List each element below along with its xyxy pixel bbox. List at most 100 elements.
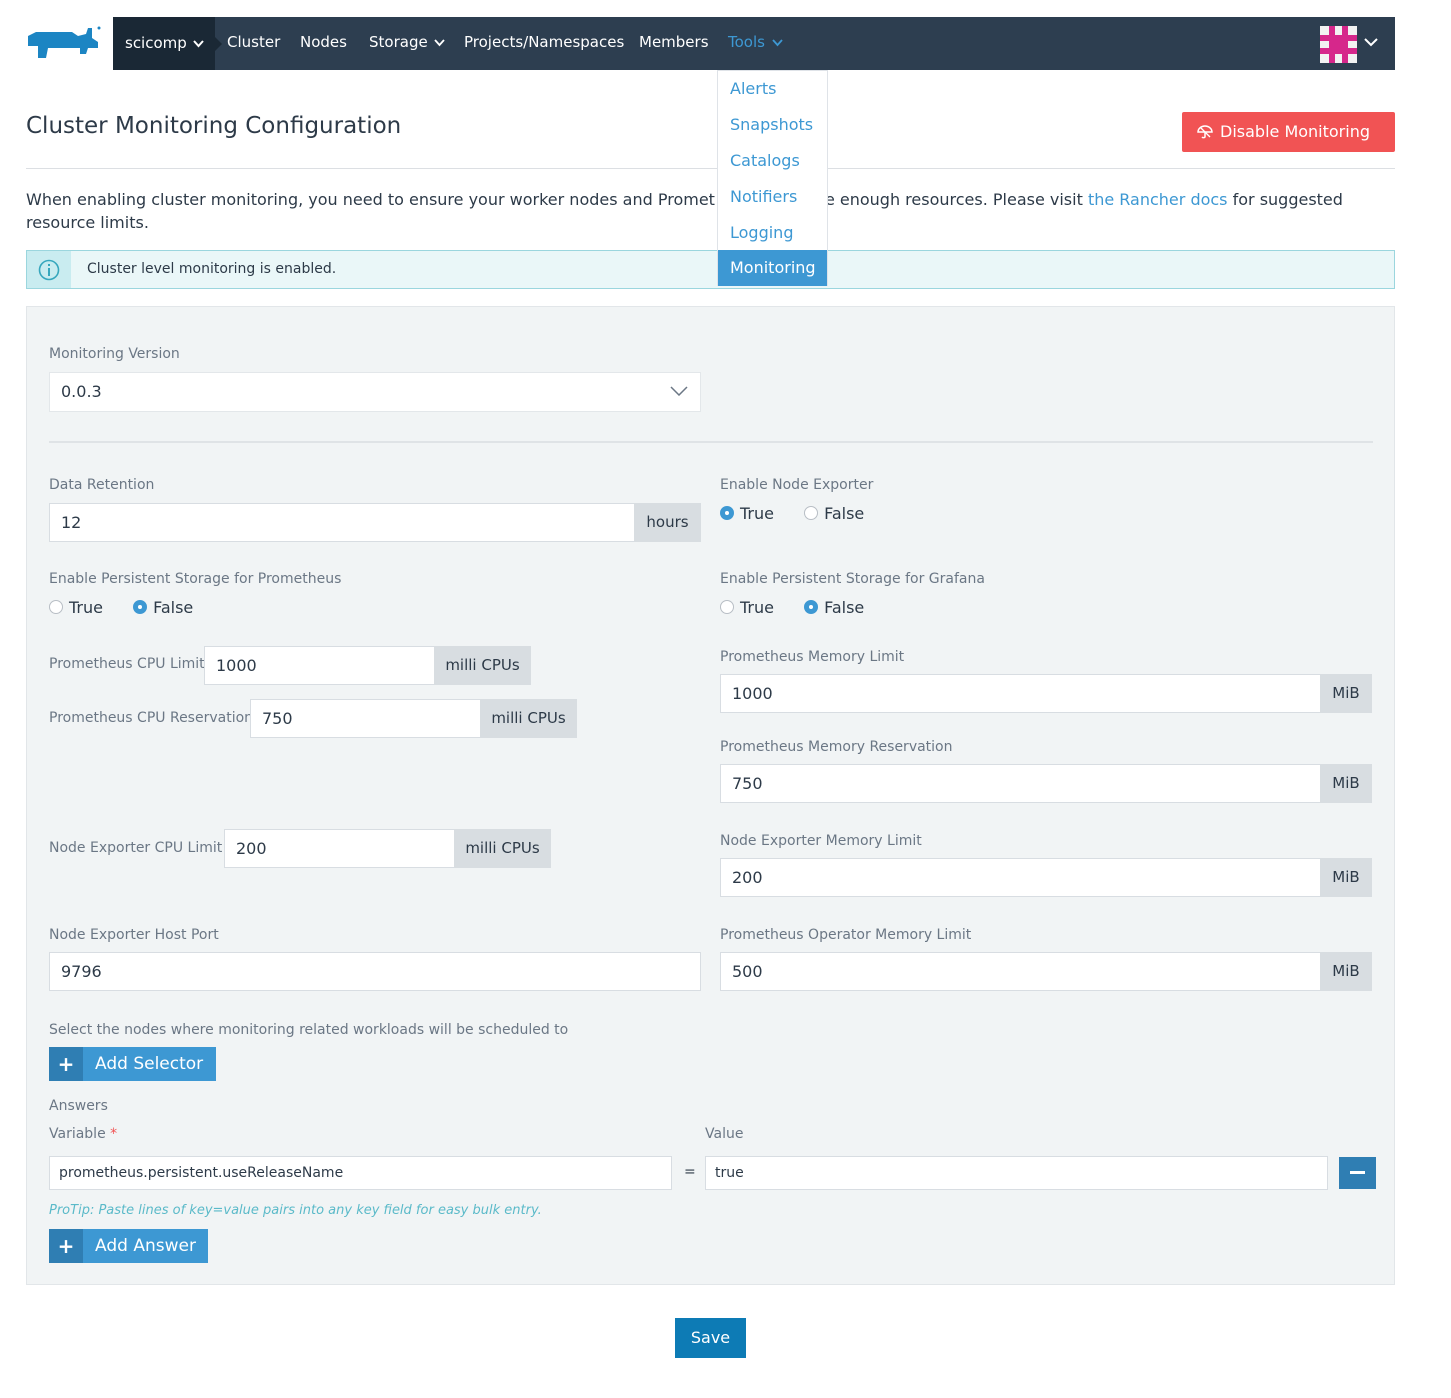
monitoring-version-label: Monitoring Version xyxy=(49,346,180,362)
radio-label: True xyxy=(740,598,774,617)
equals-sign: = xyxy=(684,1164,696,1180)
persistent-grafana-label: Enable Persistent Storage for Grafana xyxy=(720,571,985,587)
nav-storage-label: Storage xyxy=(369,33,428,51)
value-label: Value xyxy=(705,1126,744,1142)
intro-part-3: for suggested xyxy=(1227,190,1343,209)
cluster-name: scicomp xyxy=(125,34,187,52)
ne-host-port-label: Node Exporter Host Port xyxy=(49,927,219,943)
required-mark: * xyxy=(110,1126,118,1142)
menu-item-notifiers[interactable]: Notifiers xyxy=(718,179,827,215)
persistent-prometheus-label: Enable Persistent Storage for Prometheus xyxy=(49,571,342,587)
nav-members[interactable]: Members xyxy=(639,17,709,70)
node-exporter-true[interactable]: True xyxy=(720,504,774,523)
nav-cluster[interactable]: Cluster xyxy=(227,17,280,70)
answer-variable-input[interactable]: prometheus.persistent.useReleaseName xyxy=(49,1156,672,1190)
prom-cpu-limit-unit: milli CPUs xyxy=(434,646,531,685)
avatar xyxy=(1320,26,1357,63)
add-selector-button[interactable]: + Add Selector xyxy=(49,1047,216,1081)
variable-label-text: Variable xyxy=(49,1126,106,1142)
menu-item-monitoring[interactable]: Monitoring xyxy=(718,250,827,286)
radio-unchecked-icon xyxy=(720,599,734,614)
persistent-grafana-radio-group: True False xyxy=(720,598,889,618)
persistent-grafana-false[interactable]: False xyxy=(804,598,864,617)
ne-cpu-limit-label: Node Exporter CPU Limit xyxy=(49,840,223,856)
info-banner-text: Cluster level monitoring is enabled. xyxy=(87,261,337,277)
intro-part-1: When enabling cluster monitoring, you ne… xyxy=(26,190,715,209)
nav-tools[interactable]: Tools xyxy=(728,17,783,70)
persistent-prometheus-true[interactable]: True xyxy=(49,598,103,617)
prom-mem-limit-label: Prometheus Memory Limit xyxy=(720,649,905,665)
disable-monitoring-button[interactable]: Disable Monitoring xyxy=(1182,112,1395,152)
info-banner: Cluster level monitoring is enabled. xyxy=(26,250,1395,289)
info-icon xyxy=(27,251,71,288)
intro-line-2: resource limits. xyxy=(26,213,149,232)
nav-tools-label: Tools xyxy=(728,33,765,51)
ne-mem-limit-input[interactable]: 200 xyxy=(720,858,1321,897)
add-answer-button[interactable]: + Add Answer xyxy=(49,1229,208,1263)
persistent-prometheus-radio-group: True False xyxy=(49,598,218,618)
node-selector-description: Select the nodes where monitoring relate… xyxy=(49,1022,569,1038)
plus-icon: + xyxy=(49,1229,83,1263)
ne-cpu-limit-unit: milli CPUs xyxy=(454,829,551,868)
divider xyxy=(26,168,1395,169)
prom-mem-reservation-unit: MiB xyxy=(1320,764,1372,803)
disable-monitoring-label: Disable Monitoring xyxy=(1220,122,1370,141)
nav-projects[interactable]: Projects/Namespaces xyxy=(464,17,624,70)
rancher-docs-link[interactable]: the Rancher docs xyxy=(1088,190,1228,209)
prom-cpu-limit-input[interactable]: 1000 xyxy=(204,646,435,685)
rancher-logo[interactable] xyxy=(26,24,102,62)
chevron-down-icon xyxy=(434,38,446,46)
nav-nodes[interactable]: Nodes xyxy=(300,17,347,70)
remove-answer-button[interactable] xyxy=(1339,1157,1376,1189)
radio-checked-icon xyxy=(133,599,148,614)
persistent-grafana-true[interactable]: True xyxy=(720,598,774,617)
data-retention-input[interactable]: 12 xyxy=(49,503,635,542)
radio-unchecked-icon xyxy=(804,505,819,520)
monitoring-version-select[interactable]: 0.0.3 xyxy=(49,372,701,412)
add-answer-label: Add Answer xyxy=(95,1236,196,1256)
ne-mem-limit-unit: MiB xyxy=(1320,858,1372,897)
data-retention-unit: hours xyxy=(634,503,701,542)
persistent-prometheus-false[interactable]: False xyxy=(133,598,193,617)
menu-item-snapshots[interactable]: Snapshots xyxy=(718,107,827,143)
monitoring-form: Monitoring Version 0.0.3 Data Retention … xyxy=(26,306,1395,1285)
radio-label: True xyxy=(69,598,103,617)
radio-checked-icon xyxy=(804,599,819,614)
ne-cpu-limit-input[interactable]: 200 xyxy=(224,829,455,868)
radio-label: False xyxy=(824,598,865,617)
menu-item-catalogs[interactable]: Catalogs xyxy=(718,143,827,179)
operator-mem-limit-input[interactable]: 500 xyxy=(720,952,1321,991)
prom-cpu-limit-label: Prometheus CPU Limit xyxy=(49,656,205,672)
ne-host-port-input[interactable]: 9796 xyxy=(49,952,701,991)
prom-cpu-reservation-input[interactable]: 750 xyxy=(250,699,481,738)
operator-mem-limit-label: Prometheus Operator Memory Limit xyxy=(720,927,972,943)
chevron-down-icon xyxy=(772,38,783,46)
chevron-down-icon xyxy=(193,40,204,48)
chevron-down-icon xyxy=(670,386,688,396)
nav-storage[interactable]: Storage xyxy=(369,17,446,70)
save-button[interactable]: Save xyxy=(675,1318,746,1358)
radio-label: True xyxy=(740,504,774,523)
intro-part-2: e enough resources. Please visit xyxy=(824,190,1088,209)
radio-label: False xyxy=(153,598,194,617)
minus-icon xyxy=(1350,1171,1365,1174)
answer-value-input[interactable]: true xyxy=(705,1156,1328,1190)
prom-mem-limit-unit: MiB xyxy=(1320,674,1372,713)
node-exporter-false[interactable]: False xyxy=(804,504,864,523)
panel-divider xyxy=(49,441,1373,443)
umbrella-icon xyxy=(1197,125,1213,139)
prom-mem-limit-input[interactable]: 1000 xyxy=(720,674,1321,713)
cluster-switcher[interactable]: scicomp xyxy=(113,17,215,70)
prom-mem-reservation-label: Prometheus Memory Reservation xyxy=(720,739,953,755)
protip-text: ProTip: Paste lines of key=value pairs i… xyxy=(49,1203,542,1218)
nav-arrow xyxy=(215,37,222,51)
operator-mem-limit-unit: MiB xyxy=(1320,952,1372,991)
ne-mem-limit-label: Node Exporter Memory Limit xyxy=(720,833,922,849)
prom-mem-reservation-input[interactable]: 750 xyxy=(720,764,1321,803)
add-selector-label: Add Selector xyxy=(95,1054,204,1074)
prom-cpu-reservation-label: Prometheus CPU Reservation xyxy=(49,710,254,726)
radio-checked-icon xyxy=(720,505,734,520)
menu-item-logging[interactable]: Logging xyxy=(718,215,827,251)
menu-item-alerts[interactable]: Alerts xyxy=(718,71,827,107)
user-menu[interactable] xyxy=(1304,17,1395,70)
